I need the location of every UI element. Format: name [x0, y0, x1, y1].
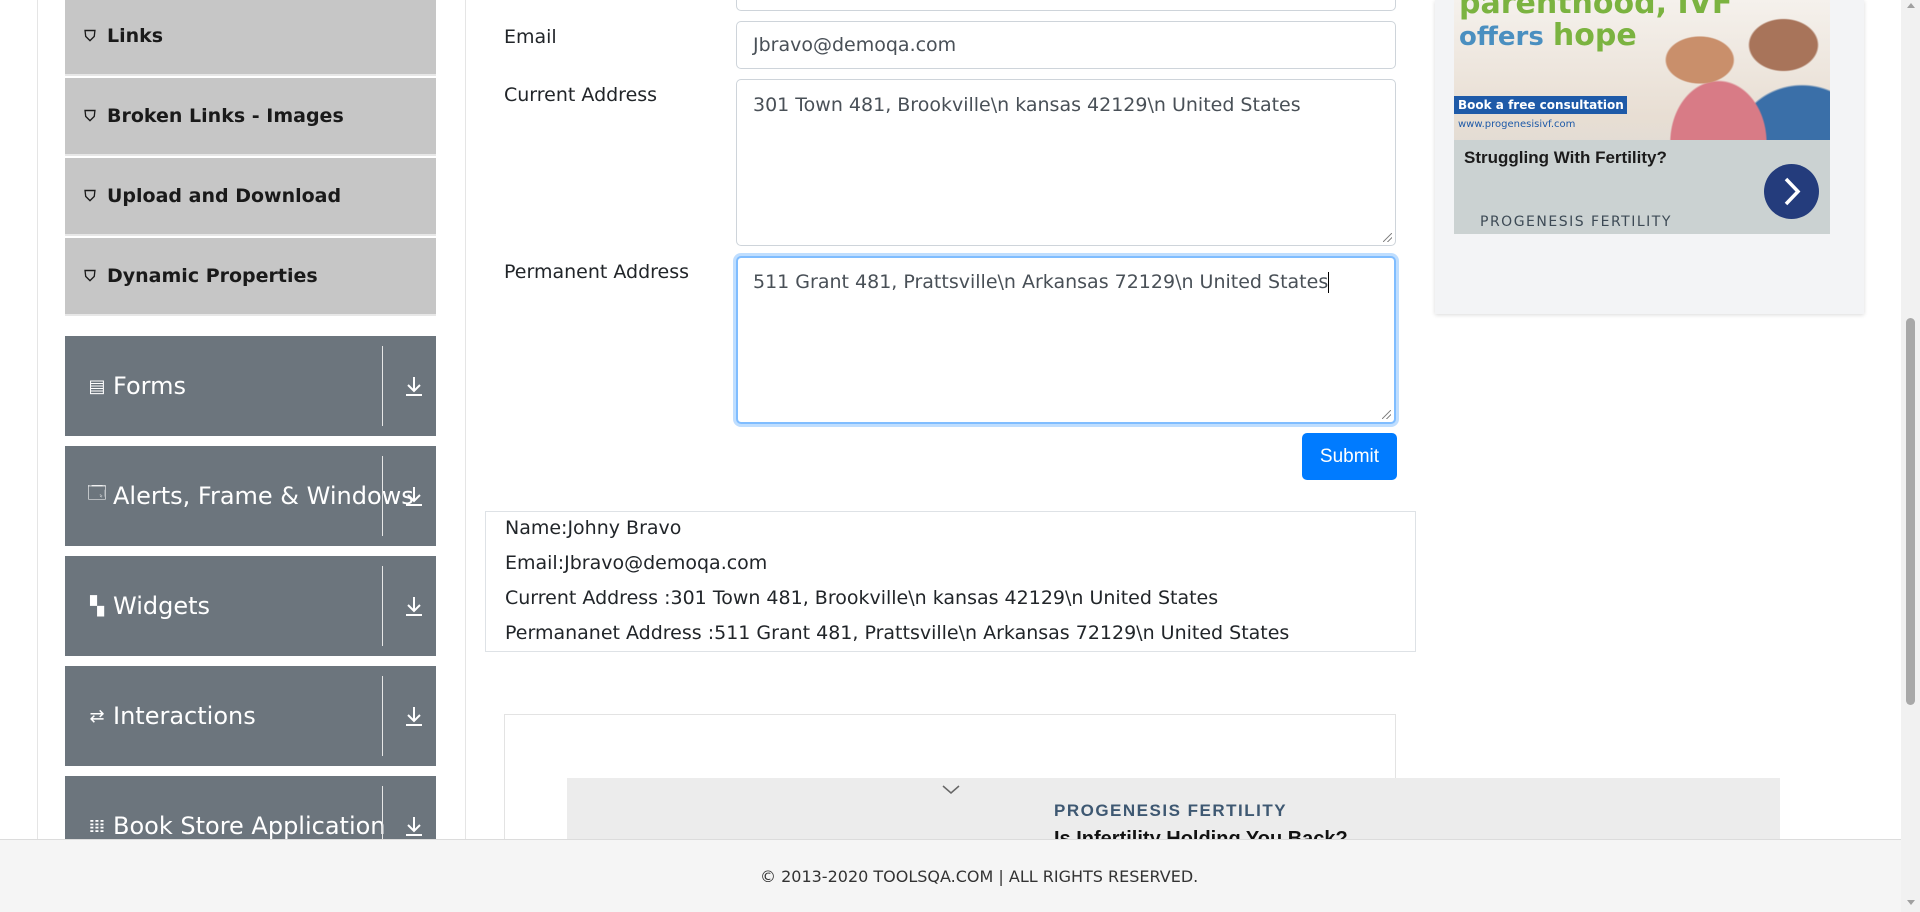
ad-banner-bottom[interactable]: PROGENESIS FERTILITY Is Infertility Hold…	[567, 778, 1780, 844]
books-icon: 𝍖	[88, 815, 106, 837]
current-address-label: Current Address	[504, 84, 658, 106]
download-arrow-icon[interactable]	[402, 814, 426, 838]
output-current-address: Current Address :301 Town 481, Brookvill…	[505, 587, 1219, 609]
sidebar-right-border	[465, 0, 466, 840]
sidebar-item-label: Dynamic Properties	[107, 265, 318, 287]
group-separator	[382, 676, 383, 756]
download-arrow-icon[interactable]	[402, 704, 426, 728]
permanent-address-field[interactable]: 511 Grant 481, Prattsville\n Arkansas 72…	[736, 256, 1396, 424]
sidebar-item-label: Upload and Download	[107, 185, 342, 207]
sidebar-item-label: Broken Links - Images	[107, 105, 344, 127]
interactions-icon: ⇄	[89, 705, 105, 727]
permanent-address-value: 511 Grant 481, Prattsville\n Arkansas 72…	[753, 271, 1329, 293]
footer-copyright: © 2013-2020 TOOLSQA.COM | ALL RIGHTS RES…	[760, 867, 1199, 886]
sidebar-group-alerts[interactable]: 🗔 Alerts, Frame & Windows	[65, 446, 436, 546]
download-arrow-icon[interactable]	[402, 484, 426, 508]
sidebar-group-forms[interactable]: ▤ Forms	[65, 336, 436, 436]
html5-icon: ⛉	[84, 107, 96, 125]
sidebar-group-label: Alerts, Frame & Windows	[113, 482, 414, 510]
sidebar-group-label: Interactions	[113, 702, 256, 730]
footer: © 2013-2020 TOOLSQA.COM | ALL RIGHTS RES…	[0, 839, 1901, 912]
group-separator	[382, 346, 383, 426]
resize-handle[interactable]	[1383, 233, 1392, 242]
ad-headline-line1: parenthood, IVF	[1459, 0, 1733, 21]
sidebar-left-border	[37, 0, 38, 840]
ad-cta[interactable]: Book a free consultation	[1454, 96, 1627, 114]
ad-banner-right[interactable]: parenthood, IVF offers hope Book a free …	[1435, 0, 1864, 314]
sidebar-item-links[interactable]: ⛉ Links	[65, 0, 436, 76]
html5-icon: ⛉	[84, 27, 96, 45]
output-permanent-address: Permananet Address :511 Grant 481, Pratt…	[505, 622, 1290, 644]
ad-headline: parenthood, IVF offers hope	[1459, 0, 1732, 53]
ad-headline-hope: hope	[1552, 18, 1637, 53]
sidebar-group-interactions[interactable]: ⇄ Interactions	[65, 666, 436, 766]
email-field[interactable]: Jbravo@demoqa.com	[736, 21, 1396, 69]
scroll-down-arrow-icon[interactable]	[1907, 900, 1915, 905]
sidebar-item-broken-links[interactable]: ⛉ Broken Links - Images	[65, 78, 436, 156]
sidebar-item-upload-download[interactable]: ⛉ Upload and Download	[65, 158, 436, 236]
sidebar-group-label: Forms	[113, 372, 186, 400]
chevron-right-icon	[1784, 177, 1801, 206]
output-name: Name:Johny Bravo	[505, 517, 682, 539]
ad-image[interactable]: parenthood, IVF offers hope Book a free …	[1454, 0, 1830, 234]
scroll-thumb[interactable]	[1906, 318, 1915, 705]
group-separator	[382, 456, 383, 536]
sidebar-group-label: Widgets	[113, 592, 211, 620]
text-cursor	[1328, 272, 1330, 293]
download-arrow-icon[interactable]	[402, 374, 426, 398]
ad-brand: PROGENESIS FERTILITY	[1480, 214, 1672, 230]
email-label: Email	[504, 26, 557, 48]
group-separator	[382, 566, 383, 646]
scroll-up-arrow-icon[interactable]	[1907, 3, 1915, 8]
resize-handle[interactable]	[1382, 410, 1391, 419]
widgets-icon: ▚	[90, 595, 104, 617]
html5-icon: ⛉	[84, 187, 96, 205]
window-icon: 🗔	[87, 483, 107, 504]
ad-url: www.progenesisivf.com	[1458, 119, 1576, 130]
ad-question: Struggling With Fertility?	[1464, 148, 1667, 167]
output-email: Email:Jbravo@demoqa.com	[505, 552, 768, 574]
ad-next-button[interactable]	[1764, 164, 1819, 219]
sidebar-group-widgets[interactable]: ▚ Widgets	[65, 556, 436, 656]
html5-icon: ⛉	[84, 267, 96, 285]
sidebar-item-dynamic-properties[interactable]: ⛉ Dynamic Properties	[65, 238, 436, 316]
sidebar-group-label: Book Store Application	[113, 812, 386, 840]
document-icon: ▤	[88, 375, 106, 397]
download-arrow-icon[interactable]	[402, 594, 426, 618]
sidebar-item-label: Links	[107, 25, 164, 47]
current-address-value: 301 Town 481, Brookville\n kansas 42129\…	[753, 94, 1301, 116]
ad-bottom-brand: PROGENESIS FERTILITY	[1054, 801, 1288, 820]
chevron-down-icon[interactable]	[939, 780, 963, 800]
ad-headline-offers: offers	[1459, 22, 1553, 52]
submit-button[interactable]: Submit	[1302, 433, 1397, 480]
page-scrollbar[interactable]	[1901, 0, 1920, 912]
permanent-address-label: Permanent Address	[504, 261, 690, 283]
current-address-field[interactable]: 301 Town 481, Brookville\n kansas 42129\…	[736, 79, 1396, 246]
output-panel: Name:Johny Bravo Email:Jbravo@demoqa.com…	[485, 511, 1416, 652]
full-name-field[interactable]	[736, 0, 1396, 11]
